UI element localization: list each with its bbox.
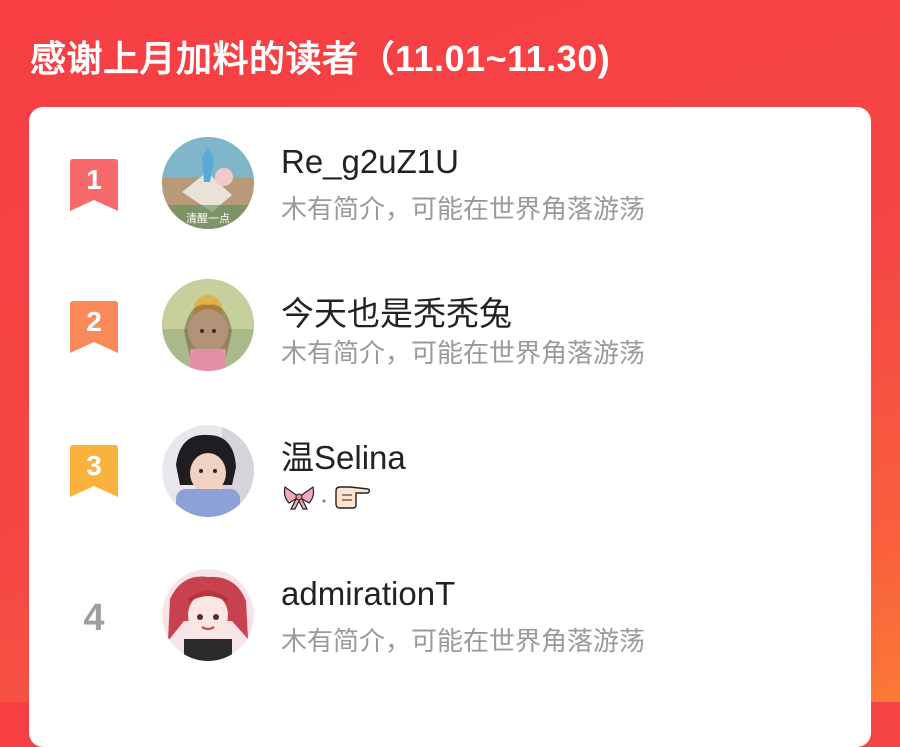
avatar[interactable] xyxy=(162,279,254,371)
reader-name: 今天也是秃秃兔 xyxy=(281,295,512,332)
avatar[interactable]: 清醒一点 xyxy=(162,137,254,229)
page-title: 感谢上月加料的读者（11.01~11.30) xyxy=(30,38,611,79)
reader-name: 温Selina xyxy=(281,439,406,476)
avatar[interactable] xyxy=(162,425,254,517)
reader-name: Re_g2uZ1U xyxy=(281,143,459,180)
rank-number: 3 xyxy=(86,450,102,481)
rank-number: 4 xyxy=(83,597,105,639)
reader-row[interactable]: 4 admirationT 木有简介，可能在世界角落游荡 xyxy=(29,559,871,699)
dot-separator xyxy=(321,487,331,504)
reader-list-card: 1 清醒一点 Re_g2uZ1U 木有简介，可能在世界角落游荡 2 今天也是秃秃… xyxy=(29,107,871,747)
reader-row[interactable]: 3 温Selina xyxy=(29,415,871,555)
pointing-hand-emoji-icon xyxy=(332,486,372,509)
reader-bio: 木有简介，可能在世界角落游荡 xyxy=(281,626,646,656)
reader-row[interactable]: 2 今天也是秃秃兔 木有简介，可能在世界角落游荡 xyxy=(29,271,871,411)
avatar[interactable] xyxy=(162,569,254,661)
rank-ribbon-icon: 1 xyxy=(69,159,119,211)
avatar-caption: 清醒一点 xyxy=(186,212,230,225)
ribbon-emoji-icon xyxy=(281,485,321,510)
rank-ribbon-icon: 2 xyxy=(69,301,119,353)
reader-name: admirationT xyxy=(281,575,456,612)
reader-bio: 木有简介，可能在世界角落游荡 xyxy=(281,338,646,368)
rank-number: 1 xyxy=(86,164,102,195)
reader-bio: 木有简介，可能在世界角落游荡 xyxy=(281,194,646,224)
rank-number: 2 xyxy=(86,306,102,337)
rank-ribbon-icon: 3 xyxy=(69,445,119,497)
reader-row[interactable]: 1 清醒一点 Re_g2uZ1U 木有简介，可能在世界角落游荡 xyxy=(29,127,871,267)
reader-bio-emojis xyxy=(281,481,372,511)
